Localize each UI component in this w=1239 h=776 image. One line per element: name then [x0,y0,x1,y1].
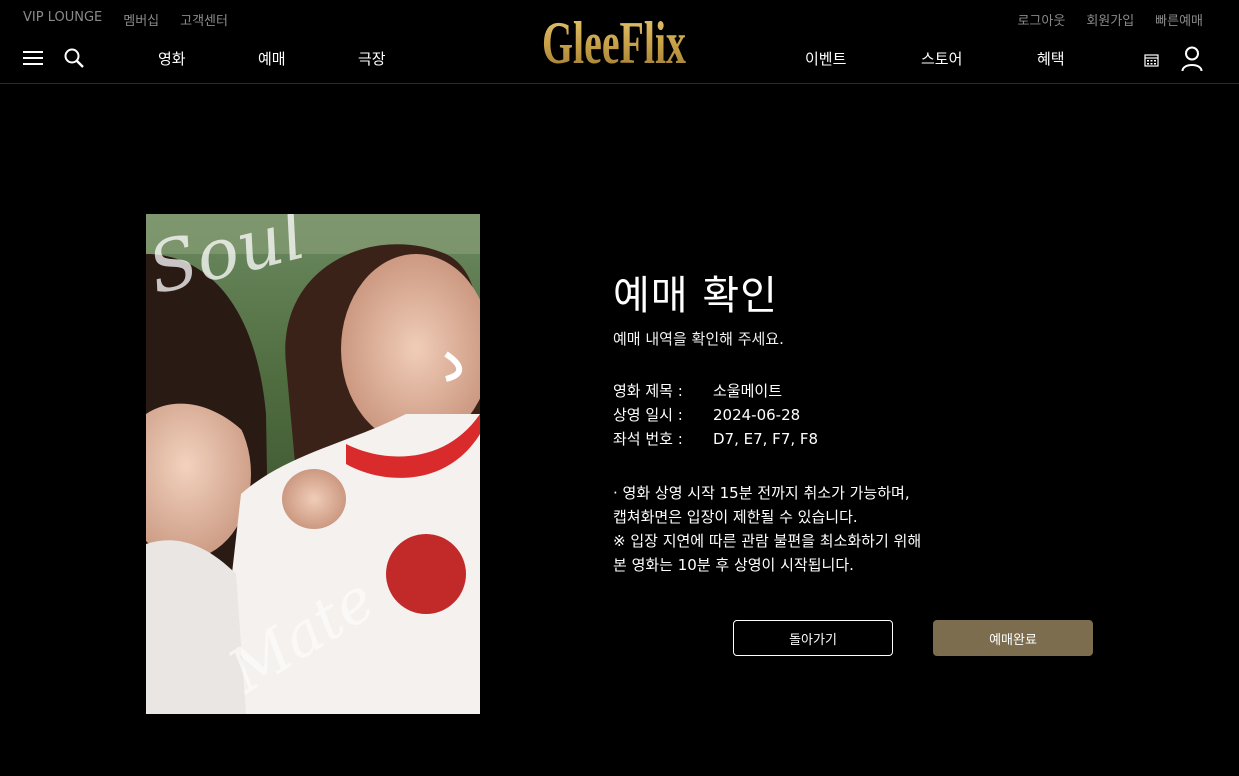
membership-link[interactable]: 멤버십 [123,10,159,29]
logout-link[interactable]: 로그아웃 [1017,10,1065,29]
seat-numbers-value: D7, E7, F7, F8 [713,430,819,448]
detail-label: 영화 제목 : [613,382,683,400]
booking-details: 영화 제목 : 소울메이트 상영 일시 : 2024-06-28 좌석 번호 :… [613,379,1093,451]
page-title: 예매 확인 [613,273,778,319]
calendar-icon[interactable] [1144,52,1159,71]
detail-label: 좌석 번호 : [613,430,683,448]
complete-booking-button[interactable]: 예매완료 [933,620,1093,656]
detail-row-date: 상영 일시 : 2024-06-28 [613,403,1093,427]
svg-text:GleeFlix: GleeFlix [542,10,686,69]
notice-line: · 영화 상영 시작 15분 전까지 취소가 가능하며, [613,484,910,502]
nav-booking[interactable]: 예매 [258,48,286,69]
show-date-value: 2024-06-28 [713,406,801,424]
notice-line: 본 영화는 10분 후 상영이 시작됩니다. [613,556,854,574]
header-divider [0,83,1239,84]
nav-movie[interactable]: 영화 [158,48,186,69]
nav-right-icons [1144,46,1203,76]
movie-poster: Soul Mate [146,214,480,714]
nav-theater[interactable]: 극장 [358,48,386,69]
booking-confirmation: 예매 확인 예매 내역을 확인해 주세요. 영화 제목 : 소울메이트 상영 일… [613,272,1093,577]
notice-line: 캡쳐화면은 입장이 제한될 수 있습니다. [613,508,858,526]
brand-logo[interactable]: GleeFlix [541,7,687,76]
detail-row-title: 영화 제목 : 소울메이트 [613,379,1093,403]
movie-title-value: 소울메이트 [713,382,783,400]
nav-left-icons [23,48,84,68]
vip-lounge-link[interactable]: VIP LOUNGE [23,10,102,29]
detail-label: 상영 일시 : [613,406,683,424]
search-icon[interactable] [64,48,84,68]
nav-store[interactable]: 스토어 [921,48,962,69]
page-subtitle: 예매 내역을 확인해 주세요. [613,330,784,348]
notice-line: ※ 입장 지연에 따른 관람 불편을 최소화하기 위해 [613,532,922,550]
signup-link[interactable]: 회원가입 [1086,10,1134,29]
quick-booking-link[interactable]: 빠른예매 [1155,10,1203,29]
back-button[interactable]: 돌아가기 [733,620,893,656]
hamburger-menu-icon[interactable] [23,48,43,68]
top-utility-right: 로그아웃 회원가입 빠른예매 [1017,10,1203,29]
top-utility-left: VIP LOUNGE 멤버십 고객센터 [23,10,228,29]
booking-notice: · 영화 상영 시작 15분 전까지 취소가 가능하며, 캡쳐화면은 입장이 제… [613,481,1093,577]
nav-event[interactable]: 이벤트 [805,48,846,69]
detail-row-seats: 좌석 번호 : D7, E7, F7, F8 [613,427,1093,451]
nav-benefit[interactable]: 혜택 [1037,48,1065,69]
user-icon[interactable] [1181,46,1203,76]
customer-center-link[interactable]: 고객센터 [180,10,228,29]
